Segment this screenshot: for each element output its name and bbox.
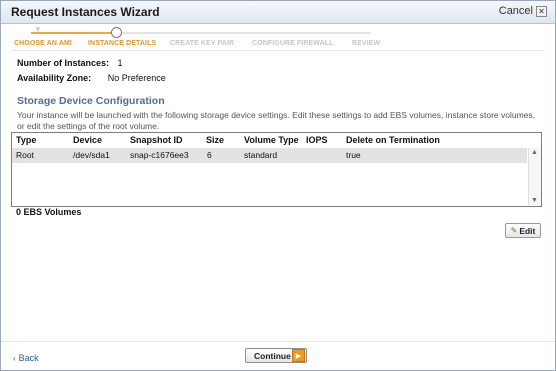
table-header: Type Device Snapshot ID Size Volume Type…: [12, 133, 541, 147]
col-snapshot-id: Snapshot ID: [130, 135, 183, 145]
col-volume-type: Volume Type: [244, 135, 299, 145]
cell-delete-on-termination: true: [346, 150, 361, 160]
storage-table: Type Device Snapshot ID Size Volume Type…: [11, 132, 542, 207]
pencil-icon: ✎: [510, 226, 518, 235]
step-choose-ami: CHOOSE AN AMI: [14, 40, 72, 47]
availability-zone-value: No Preference: [107, 73, 166, 83]
num-instances-label: Number of Instances:: [17, 58, 110, 68]
col-type: Type: [16, 135, 37, 145]
num-instances-row: Number of Instances: 1: [17, 58, 123, 68]
storage-section-title: Storage Device Configuration: [17, 95, 165, 107]
continue-button[interactable]: Continue ▶: [245, 348, 307, 363]
close-icon[interactable]: ✕: [536, 5, 547, 17]
wizard-steps: ▼ CHOOSE AN AMI INSTANCE DETAILS CREATE …: [1, 24, 555, 50]
cancel-button[interactable]: Cancel ✕: [499, 5, 547, 17]
steps-divider: [11, 50, 545, 51]
step-instance-details: INSTANCE DETAILS: [88, 40, 157, 47]
back-link[interactable]: ‹ Back: [13, 353, 39, 363]
dialog-title: Request Instances Wizard: [11, 5, 160, 19]
title-bar: Request Instances Wizard Cancel ✕: [1, 1, 555, 24]
wizard-dialog: Request Instances Wizard Cancel ✕ ▼ CHOO…: [0, 0, 556, 371]
cancel-label: Cancel: [498, 5, 533, 17]
cell-type: Root: [16, 150, 34, 160]
step-done-marker-icon: ▼: [34, 25, 42, 34]
availability-zone-label: Availability Zone:: [17, 73, 92, 83]
current-step-marker-icon: [111, 27, 122, 38]
col-size: Size: [206, 135, 225, 145]
cell-device: /dev/sda1: [73, 150, 110, 160]
scroll-down-icon[interactable]: ▼: [531, 197, 538, 204]
back-label: Back: [18, 353, 39, 363]
continue-label: Continue: [254, 350, 291, 361]
step-review: REVIEW: [352, 40, 381, 47]
cell-snapshot-id: snap-c1676ee3: [130, 150, 189, 160]
cell-volume-type: standard: [244, 150, 278, 160]
step-progress: [31, 32, 116, 34]
col-delete-on-termination: Delete on Termination: [346, 135, 440, 145]
scroll-up-icon[interactable]: ▲: [531, 149, 538, 156]
edit-label: Edit: [519, 225, 536, 236]
edit-button[interactable]: ✎ Edit: [505, 223, 541, 238]
cell-size: 6: [207, 150, 212, 160]
step-configure-firewall: CONFIGURE FIREWALL: [252, 40, 334, 47]
availability-zone-row: Availability Zone: No Preference: [17, 73, 166, 83]
table-row[interactable]: Root /dev/sda1 snap-c1676ee3 6 standard …: [12, 148, 527, 163]
table-scrollbar[interactable]: ▲ ▼: [528, 148, 541, 205]
footer-divider: [1, 341, 555, 342]
arrow-right-icon: ▶: [292, 349, 305, 362]
col-iops: IOPS: [306, 135, 328, 145]
col-device: Device: [73, 135, 103, 145]
step-create-key-pair: CREATE KEY PAIR: [170, 40, 235, 47]
ebs-volumes-count: 0 EBS Volumes: [16, 207, 82, 217]
num-instances-value: 1: [117, 58, 123, 68]
chevron-left-icon: ‹: [13, 353, 16, 363]
storage-description: Your instance will be launched with the …: [17, 110, 536, 131]
